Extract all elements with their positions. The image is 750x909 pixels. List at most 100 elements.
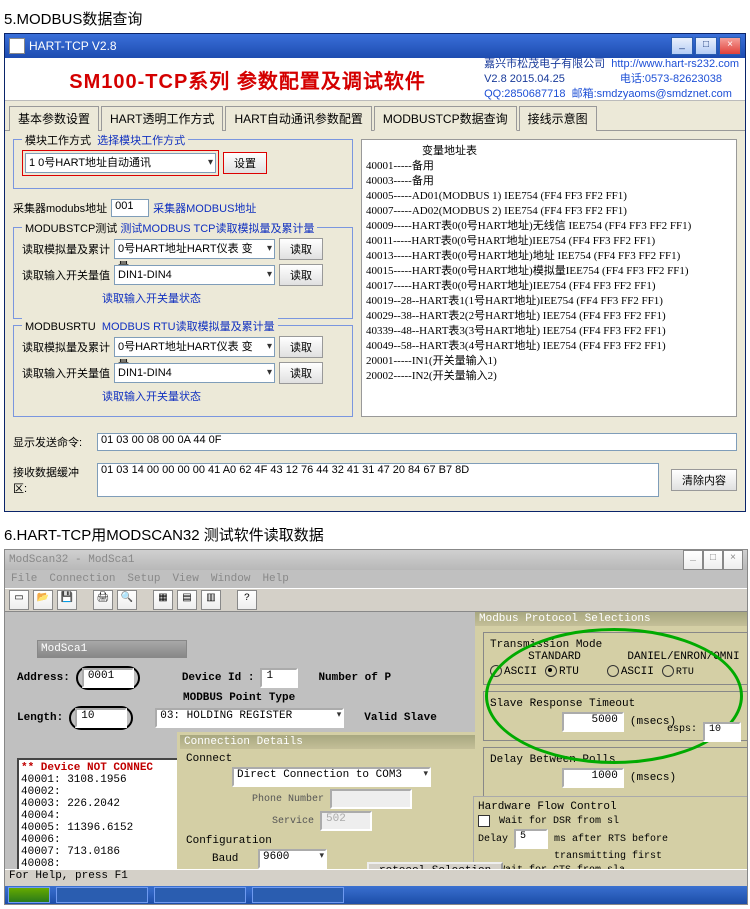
product-title: SM100-TCP系列 参数配置及调试软件 [11,65,484,94]
tcp-analog-select[interactable]: 0号HART地址HART仪表 变量 [114,239,275,259]
tab-3[interactable]: MODBUSTCP数据查询 [374,106,517,131]
toolbar-help-icon[interactable]: ? [237,590,257,610]
tele: 电话:0573-82623038 [620,73,722,85]
rtu-blue-legend: MODBUS RTU读取模拟量及累计量 [102,321,275,333]
send-cmd-input[interactable]: 01 03 00 08 00 0A 44 0F [97,433,737,451]
section6-title: 6.HART-TCP用MODSCAN32 测试软件读取数据 [4,524,746,545]
hfc-rts-text2: transmitting first [554,851,662,862]
rtu-analog-select[interactable]: 0号HART地址HART仪表 变量 [114,337,275,357]
toolbar-print-icon[interactable]: 🖨 [93,590,113,610]
menu-view[interactable]: View [172,573,198,585]
tab-1[interactable]: HART透明工作方式 [101,106,223,131]
connect-label: Connect [186,753,232,765]
collector-addr-input[interactable]: 001 [111,199,149,217]
baud-label: Baud [212,853,252,865]
address-label: Address: [17,672,70,684]
hfc-dsr-checkbox[interactable] [478,815,490,827]
tcp-input-label: 读取输入开关量值 [22,267,110,283]
connect-select[interactable]: Direct Connection to COM3 [232,767,431,787]
modscan-close-button[interactable]: × [723,550,743,570]
modscan-window: ModScan32 - ModSca1 _ □ × File Connection… [4,549,748,905]
modscan-maximize-button[interactable]: □ [703,550,723,570]
menu-help[interactable]: Help [262,573,288,585]
minimize-button[interactable]: _ [671,37,693,55]
daniel-ascii-radio[interactable] [607,665,619,677]
daniel-rtu-label: RTU [676,667,694,678]
tcp-input-status-label: 读取输入开关量状态 [102,290,201,306]
modscan-titlebar: ModScan32 - ModSca1 _ □ × [5,550,747,570]
recv-label: 接收数据缓冲区: [13,464,93,496]
length-label: Length: [17,712,63,724]
toolbar-misc1-icon[interactable]: ▦ [153,590,173,610]
hfc-rts-delay-input[interactable]: 5 [514,829,548,849]
rtu-input-status-label: 读取输入开关量状态 [102,388,201,404]
tcp-din-select[interactable]: DIN1-DIN4 [114,265,275,285]
msecs-label2: (msecs) [630,772,676,784]
baud-select[interactable]: 9600 [258,849,327,869]
daniel-label: DANIEL/ENRON/OMNI [619,651,748,663]
hfc-rts-text: ms after RTS before [554,834,668,845]
close-button[interactable]: × [719,37,741,55]
address-table-box: 变量地址表40001-----备用 40003-----备用 40005----… [361,139,737,417]
toolbar-new-icon[interactable]: ▭ [9,590,29,610]
tcp-read-din-button[interactable]: 读取 [279,264,323,286]
std-rtu-radio[interactable] [545,665,557,677]
menu-window[interactable]: Window [211,573,251,585]
modscan-minimize-button[interactable]: _ [683,550,703,570]
menu-setup[interactable]: Setup [127,573,160,585]
tab-0[interactable]: 基本参数设置 [9,106,99,131]
device-id-input[interactable]: 1 [260,668,298,688]
toolbar-misc3-icon[interactable]: ▥ [201,590,221,610]
toolbar-misc2-icon[interactable]: ▤ [177,590,197,610]
window-title: HART-TCP V2.8 [29,39,671,53]
rtu-din-select[interactable]: DIN1-DIN4 [114,363,275,383]
address-table-list: 变量地址表40001-----备用 40003-----备用 40005----… [366,144,732,384]
modscan-title: ModScan32 - ModSca1 [9,554,134,566]
status-bar: For Help, press F1 [5,869,748,886]
send-cmd-label: 显示发送命令: [13,434,93,450]
toolbar-preview-icon[interactable]: 🔍 [117,590,137,610]
tcp-legend: MODUBSTCP测试 [25,223,117,235]
app-icon [9,38,25,54]
maximize-button[interactable]: □ [695,37,717,55]
start-button[interactable] [8,887,50,903]
resp-timeout-input[interactable]: 5000 [562,712,624,732]
rtu-read-analog-button[interactable]: 读取 [279,336,323,358]
toolbar-save-icon[interactable]: 💾 [57,590,77,610]
polls-label: Number of P [318,672,391,684]
tabs: 基本参数设置HART透明工作方式HART自动通讯参数配置MODBUSTCP数据查… [5,101,745,131]
point-type-select[interactable]: 03: HOLDING REGISTER [155,708,344,728]
menu-connection[interactable]: Connection [49,573,115,585]
daniel-rtu-radio[interactable] [662,665,674,677]
clear-button[interactable]: 清除内容 [671,469,737,491]
toolbar-open-icon[interactable]: 📂 [33,590,53,610]
conn-details-title: Connection Details [180,735,482,749]
menu-file[interactable]: File [11,573,37,585]
rtu-legend: MODBUSRTU [25,321,96,333]
resps-value: 10 [703,722,741,742]
proto-title: Modbus Protocol Selections [475,612,748,626]
tcp-read-analog-button[interactable]: 读取 [279,238,323,260]
modscan-menubar: File Connection Setup View Window Help [5,570,747,588]
read-analog-label: 读取模拟量及累计 [22,241,110,257]
titlebar: HART-TCP V2.8 _ □ × [5,34,745,58]
recv-buffer-input[interactable]: 01 03 14 00 00 00 00 41 A0 62 4F 43 12 7… [97,463,659,497]
taskbar-item[interactable] [56,887,148,903]
mode-set-button[interactable]: 设置 [223,152,267,174]
rtu-read-din-button[interactable]: 读取 [279,362,323,384]
tab-2[interactable]: HART自动通讯参数配置 [225,106,371,131]
resps-label: esps: [667,724,697,735]
link-url[interactable]: http://www.hart-rs232.com [611,58,739,70]
address-input[interactable]: 0001 [82,668,134,688]
phone-label: Phone Number [252,794,324,805]
length-input[interactable]: 10 [75,708,127,728]
mode-select[interactable]: 1 0号HART地址自动通讯 [25,153,216,173]
tab-4[interactable]: 接线示意图 [519,106,597,131]
delay-polls-input[interactable]: 1000 [562,768,624,788]
taskbar-item[interactable] [154,887,246,903]
form-card-title: ModSca1 [38,641,186,657]
collector-label: 采集器modubs地址 [13,200,107,216]
taskbar-item[interactable] [252,887,344,903]
resp-timeout-label: Slave Response Timeout [490,698,748,710]
std-ascii-radio[interactable] [490,665,502,677]
